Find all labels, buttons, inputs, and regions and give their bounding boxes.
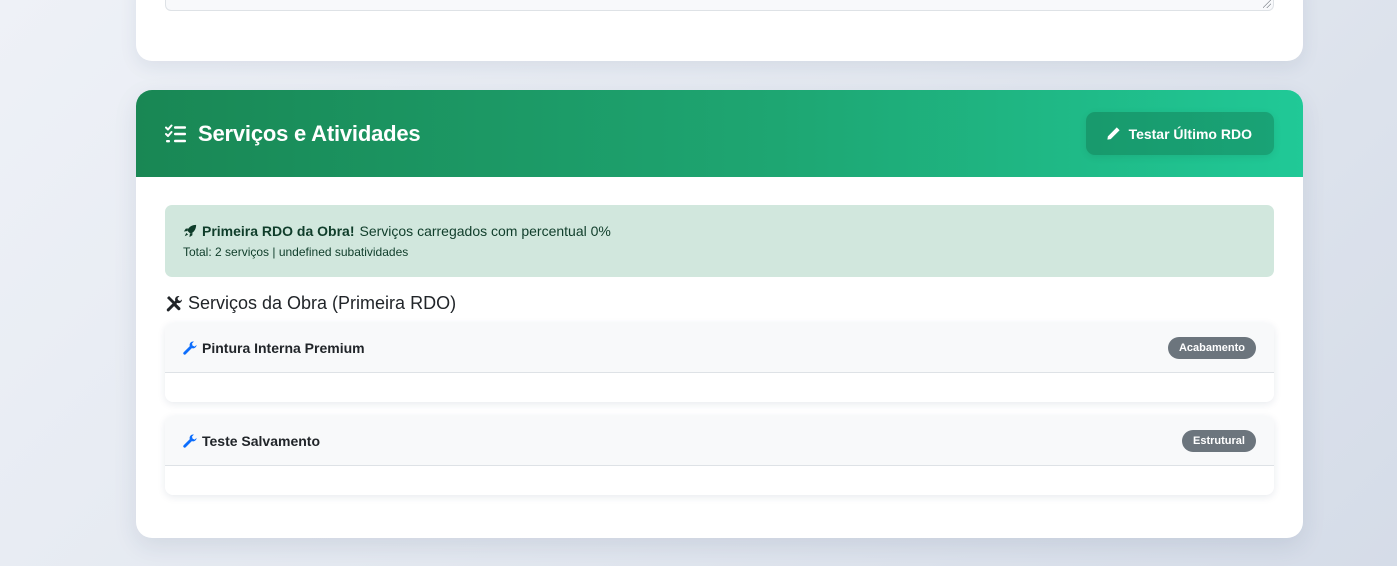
card-title-text: Serviços e Atividades bbox=[198, 120, 421, 146]
services-card: Serviços e Atividades Testar Último RDO … bbox=[136, 90, 1303, 538]
services-section-title: Serviços da Obra (Primeira RDO) bbox=[165, 293, 1274, 314]
service-name-text: Teste Salvamento bbox=[202, 432, 321, 449]
alert-headline: Primeira RDO da Obra! Serviços carregado… bbox=[183, 223, 1256, 239]
previous-form-card bbox=[136, 0, 1303, 61]
services-section-title-text: Serviços da Obra (Primeira RDO) bbox=[188, 293, 457, 313]
alert-title: Primeira RDO da Obra! bbox=[202, 223, 355, 239]
alert-summary: Total: 2 serviços | undefined subativida… bbox=[183, 245, 409, 259]
alert-message: Serviços carregados com percentual 0% bbox=[359, 223, 611, 239]
services-card-body: Primeira RDO da Obra! Serviços carregado… bbox=[136, 177, 1303, 495]
wrench-icon bbox=[183, 433, 197, 448]
category-badge: Acabamento bbox=[1167, 336, 1256, 359]
services-card-header: Serviços e Atividades Testar Último RDO bbox=[136, 90, 1303, 177]
card-title: Serviços e Atividades bbox=[165, 120, 421, 147]
service-name-text: Pintura Interna Premium bbox=[202, 339, 365, 356]
service-card-header: Pintura Interna Premium Acabamento bbox=[165, 323, 1274, 373]
tools-icon bbox=[166, 295, 183, 311]
textarea-resize-handle[interactable] bbox=[1263, 0, 1271, 8]
category-badge: Estrutural bbox=[1182, 429, 1256, 452]
wrench-icon bbox=[183, 340, 197, 355]
service-card-header: Teste Salvamento Estrutural bbox=[165, 416, 1274, 466]
rocket-icon bbox=[183, 224, 197, 238]
pencil-icon bbox=[1106, 127, 1120, 140]
first-rdo-alert: Primeira RDO da Obra! Serviços carregado… bbox=[165, 205, 1274, 277]
list-check-icon bbox=[165, 124, 186, 142]
test-last-rdo-label: Testar Último RDO bbox=[1128, 125, 1252, 142]
service-name: Teste Salvamento bbox=[183, 433, 320, 449]
service-card[interactable]: Teste Salvamento Estrutural bbox=[165, 416, 1274, 495]
service-name: Pintura Interna Premium bbox=[183, 340, 365, 356]
observations-textarea[interactable] bbox=[165, 0, 1274, 11]
test-last-rdo-button[interactable]: Testar Último RDO bbox=[1085, 112, 1274, 155]
service-card-body bbox=[165, 373, 1274, 402]
service-card[interactable]: Pintura Interna Premium Acabamento bbox=[165, 323, 1274, 402]
service-card-body bbox=[165, 466, 1274, 495]
